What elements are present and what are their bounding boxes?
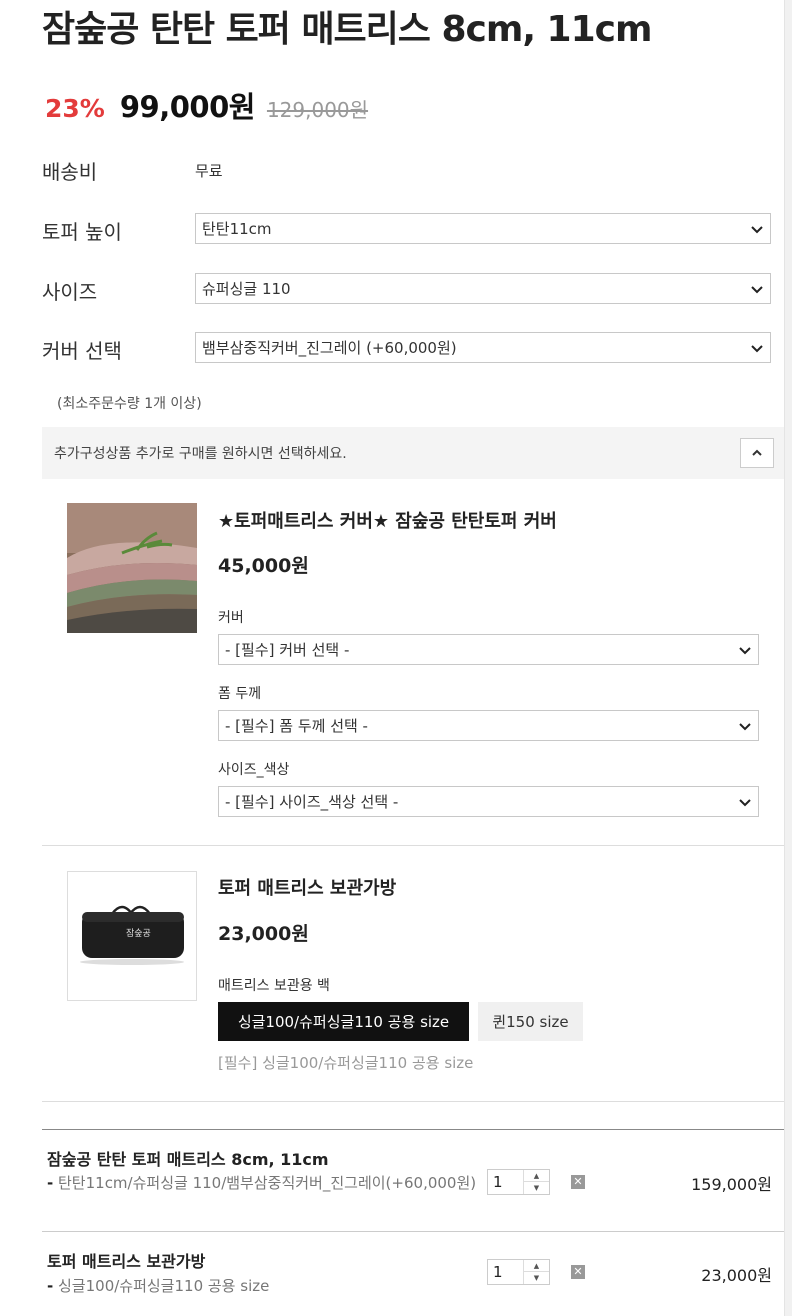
- size-color-label: 사이즈_색상: [218, 762, 290, 778]
- additional-products-bar: 추가구성상품 추가로 구매를 원하시면 선택하세요.: [42, 427, 784, 479]
- stacked-fabric-image: [67, 503, 197, 633]
- bag-option-label: 매트리스 보관용 백: [218, 978, 330, 994]
- min-order-qty-note: (최소주문수량 1개 이상): [57, 396, 202, 412]
- increment-icon[interactable]: ▲: [524, 1260, 549, 1272]
- sale-price: 99,000원: [119, 90, 256, 124]
- selected-item-option: - 탄탄11cm/슈퍼싱글 110/뱀부삼중직커버_진그레이(+60,000원): [47, 1172, 477, 1195]
- chevron-down-icon: [751, 344, 763, 352]
- bag-required-note: [필수] 싱글100/슈퍼싱글110 공용 size: [218, 1054, 474, 1072]
- foam-thickness-value: - [필수] 폼 두께 선택 -: [225, 717, 368, 735]
- height-select[interactable]: 탄탄11cm: [195, 213, 771, 244]
- shipping-label: 배송비: [42, 160, 98, 184]
- cover-select-value: 뱀부삼중직커버_진그레이 (+60,000원): [202, 339, 457, 357]
- selected-item-name: 토퍼 매트리스 보관가방: [47, 1252, 206, 1271]
- bag-product-price: 23,000원: [218, 923, 309, 945]
- quantity-stepper[interactable]: 1 ▲ ▼: [487, 1169, 550, 1195]
- divider: [42, 1101, 784, 1102]
- size-select-value: 슈퍼싱글 110: [202, 280, 291, 298]
- quantity-stepper[interactable]: 1 ▲ ▼: [487, 1259, 550, 1285]
- additional-products-text: 추가구성상품 추가로 구매를 원하시면 선택하세요.: [54, 446, 347, 462]
- remove-item-icon[interactable]: ✕: [571, 1175, 585, 1189]
- chevron-down-icon: [739, 646, 751, 654]
- selected-item-option: - 싱글100/슈퍼싱글110 공용 size: [47, 1275, 477, 1298]
- cover-product-image[interactable]: [67, 503, 197, 633]
- selected-item-price: 159,000원: [691, 1175, 772, 1194]
- size-color-select[interactable]: - [필수] 사이즈_색상 선택 -: [218, 786, 759, 817]
- bag-product-title[interactable]: 토퍼 매트리스 보관가방: [218, 874, 396, 900]
- decrement-icon[interactable]: ▼: [524, 1272, 549, 1284]
- quantity-value[interactable]: 1: [493, 1173, 503, 1191]
- bag-logo-text: 잠숲공: [126, 928, 151, 939]
- chevron-down-icon: [739, 798, 751, 806]
- increment-icon[interactable]: ▲: [524, 1170, 549, 1182]
- size-option-single[interactable]: 싱글100/슈퍼싱글110 공용 size: [218, 1002, 469, 1041]
- remove-item-icon[interactable]: ✕: [571, 1265, 585, 1279]
- bag-product-image[interactable]: 잠숲공: [67, 871, 197, 1001]
- cover-option-select[interactable]: - [필수] 커버 선택 -: [218, 634, 759, 665]
- size-select[interactable]: 슈퍼싱글 110: [195, 273, 771, 304]
- divider: [42, 845, 784, 846]
- price-row: 23% 99,000원 129,000원: [45, 84, 368, 126]
- cover-option-value: - [필수] 커버 선택 -: [225, 641, 350, 659]
- storage-bag-image: 잠숲공: [80, 905, 184, 965]
- height-label: 토퍼 높이: [42, 220, 122, 244]
- chevron-down-icon: [751, 285, 763, 293]
- foam-thickness-label: 폼 두께: [218, 686, 262, 702]
- cover-product-price: 45,000원: [218, 555, 309, 577]
- divider: [42, 1231, 784, 1232]
- shipping-value: 무료: [195, 162, 223, 180]
- page-scrollbar[interactable]: [784, 0, 792, 1316]
- chevron-up-icon: [752, 449, 762, 456]
- original-price: 129,000원: [266, 98, 369, 122]
- quantity-spinner[interactable]: ▲ ▼: [523, 1170, 549, 1194]
- size-color-value: - [필수] 사이즈_색상 선택 -: [225, 793, 399, 811]
- cover-select[interactable]: 뱀부삼중직커버_진그레이 (+60,000원): [195, 332, 771, 363]
- decrement-icon[interactable]: ▼: [524, 1182, 549, 1194]
- cover-product-title[interactable]: ★토퍼매트리스 커버★ 잠숲공 탄탄토퍼 커버: [218, 507, 557, 533]
- cover-option-label: 커버: [218, 610, 244, 626]
- divider: [42, 1129, 784, 1130]
- selected-item-name: 잠숲공 탄탄 토퍼 매트리스 8cm, 11cm: [47, 1150, 329, 1169]
- quantity-value[interactable]: 1: [493, 1263, 503, 1281]
- height-select-value: 탄탄11cm: [202, 220, 272, 238]
- foam-thickness-select[interactable]: - [필수] 폼 두께 선택 -: [218, 710, 759, 741]
- quantity-spinner[interactable]: ▲ ▼: [523, 1260, 549, 1284]
- discount-rate: 23%: [45, 94, 105, 123]
- selected-item-option-text: 싱글100/슈퍼싱글110 공용 size: [53, 1277, 270, 1295]
- size-option-queen[interactable]: 퀸150 size: [478, 1002, 583, 1041]
- selected-item-option-text: 탄탄11cm/슈퍼싱글 110/뱀부삼중직커버_진그레이(+60,000원): [53, 1174, 477, 1192]
- size-label: 사이즈: [42, 280, 98, 304]
- collapse-button[interactable]: [740, 438, 774, 468]
- selected-item-price: 23,000원: [701, 1266, 772, 1285]
- product-title: 잠숲공 탄탄 토퍼 매트리스 8cm, 11cm: [42, 9, 653, 50]
- chevron-down-icon: [751, 225, 763, 233]
- cover-label: 커버 선택: [42, 339, 122, 363]
- chevron-down-icon: [739, 722, 751, 730]
